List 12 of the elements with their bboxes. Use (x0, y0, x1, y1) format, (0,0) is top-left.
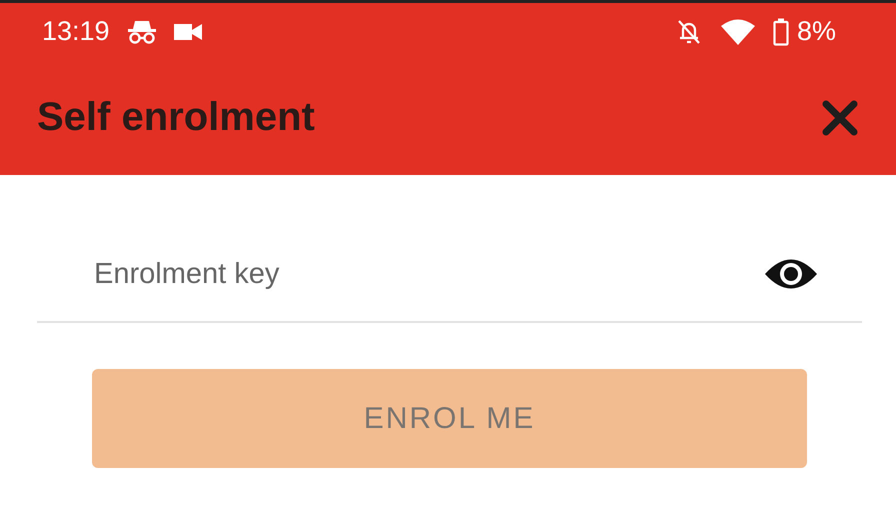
close-button[interactable] (820, 98, 860, 138)
enrolment-key-field[interactable]: Enrolment key (92, 256, 764, 292)
video-camera-icon (174, 22, 202, 40)
incognito-icon (126, 18, 158, 44)
close-icon (820, 98, 860, 138)
battery-percent: 8% (796, 16, 836, 47)
clock-time: 13:19 (42, 16, 110, 47)
screen-title: Self enrolment (37, 95, 315, 140)
battery-icon (772, 18, 789, 46)
show-password-button[interactable] (764, 257, 818, 291)
wifi-icon (720, 18, 755, 44)
eye-icon (764, 257, 818, 291)
